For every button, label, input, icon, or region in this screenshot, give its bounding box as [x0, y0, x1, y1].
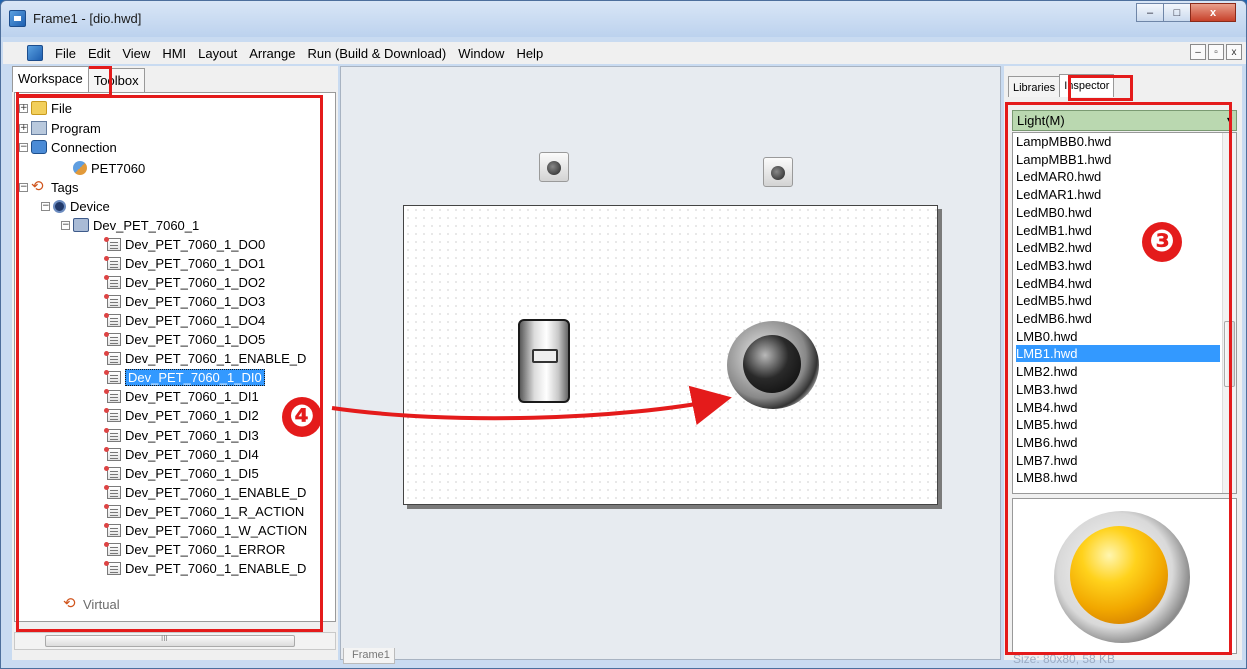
tab-workspace[interactable]: Workspace — [12, 66, 89, 92]
drag-arrow — [331, 385, 732, 425]
